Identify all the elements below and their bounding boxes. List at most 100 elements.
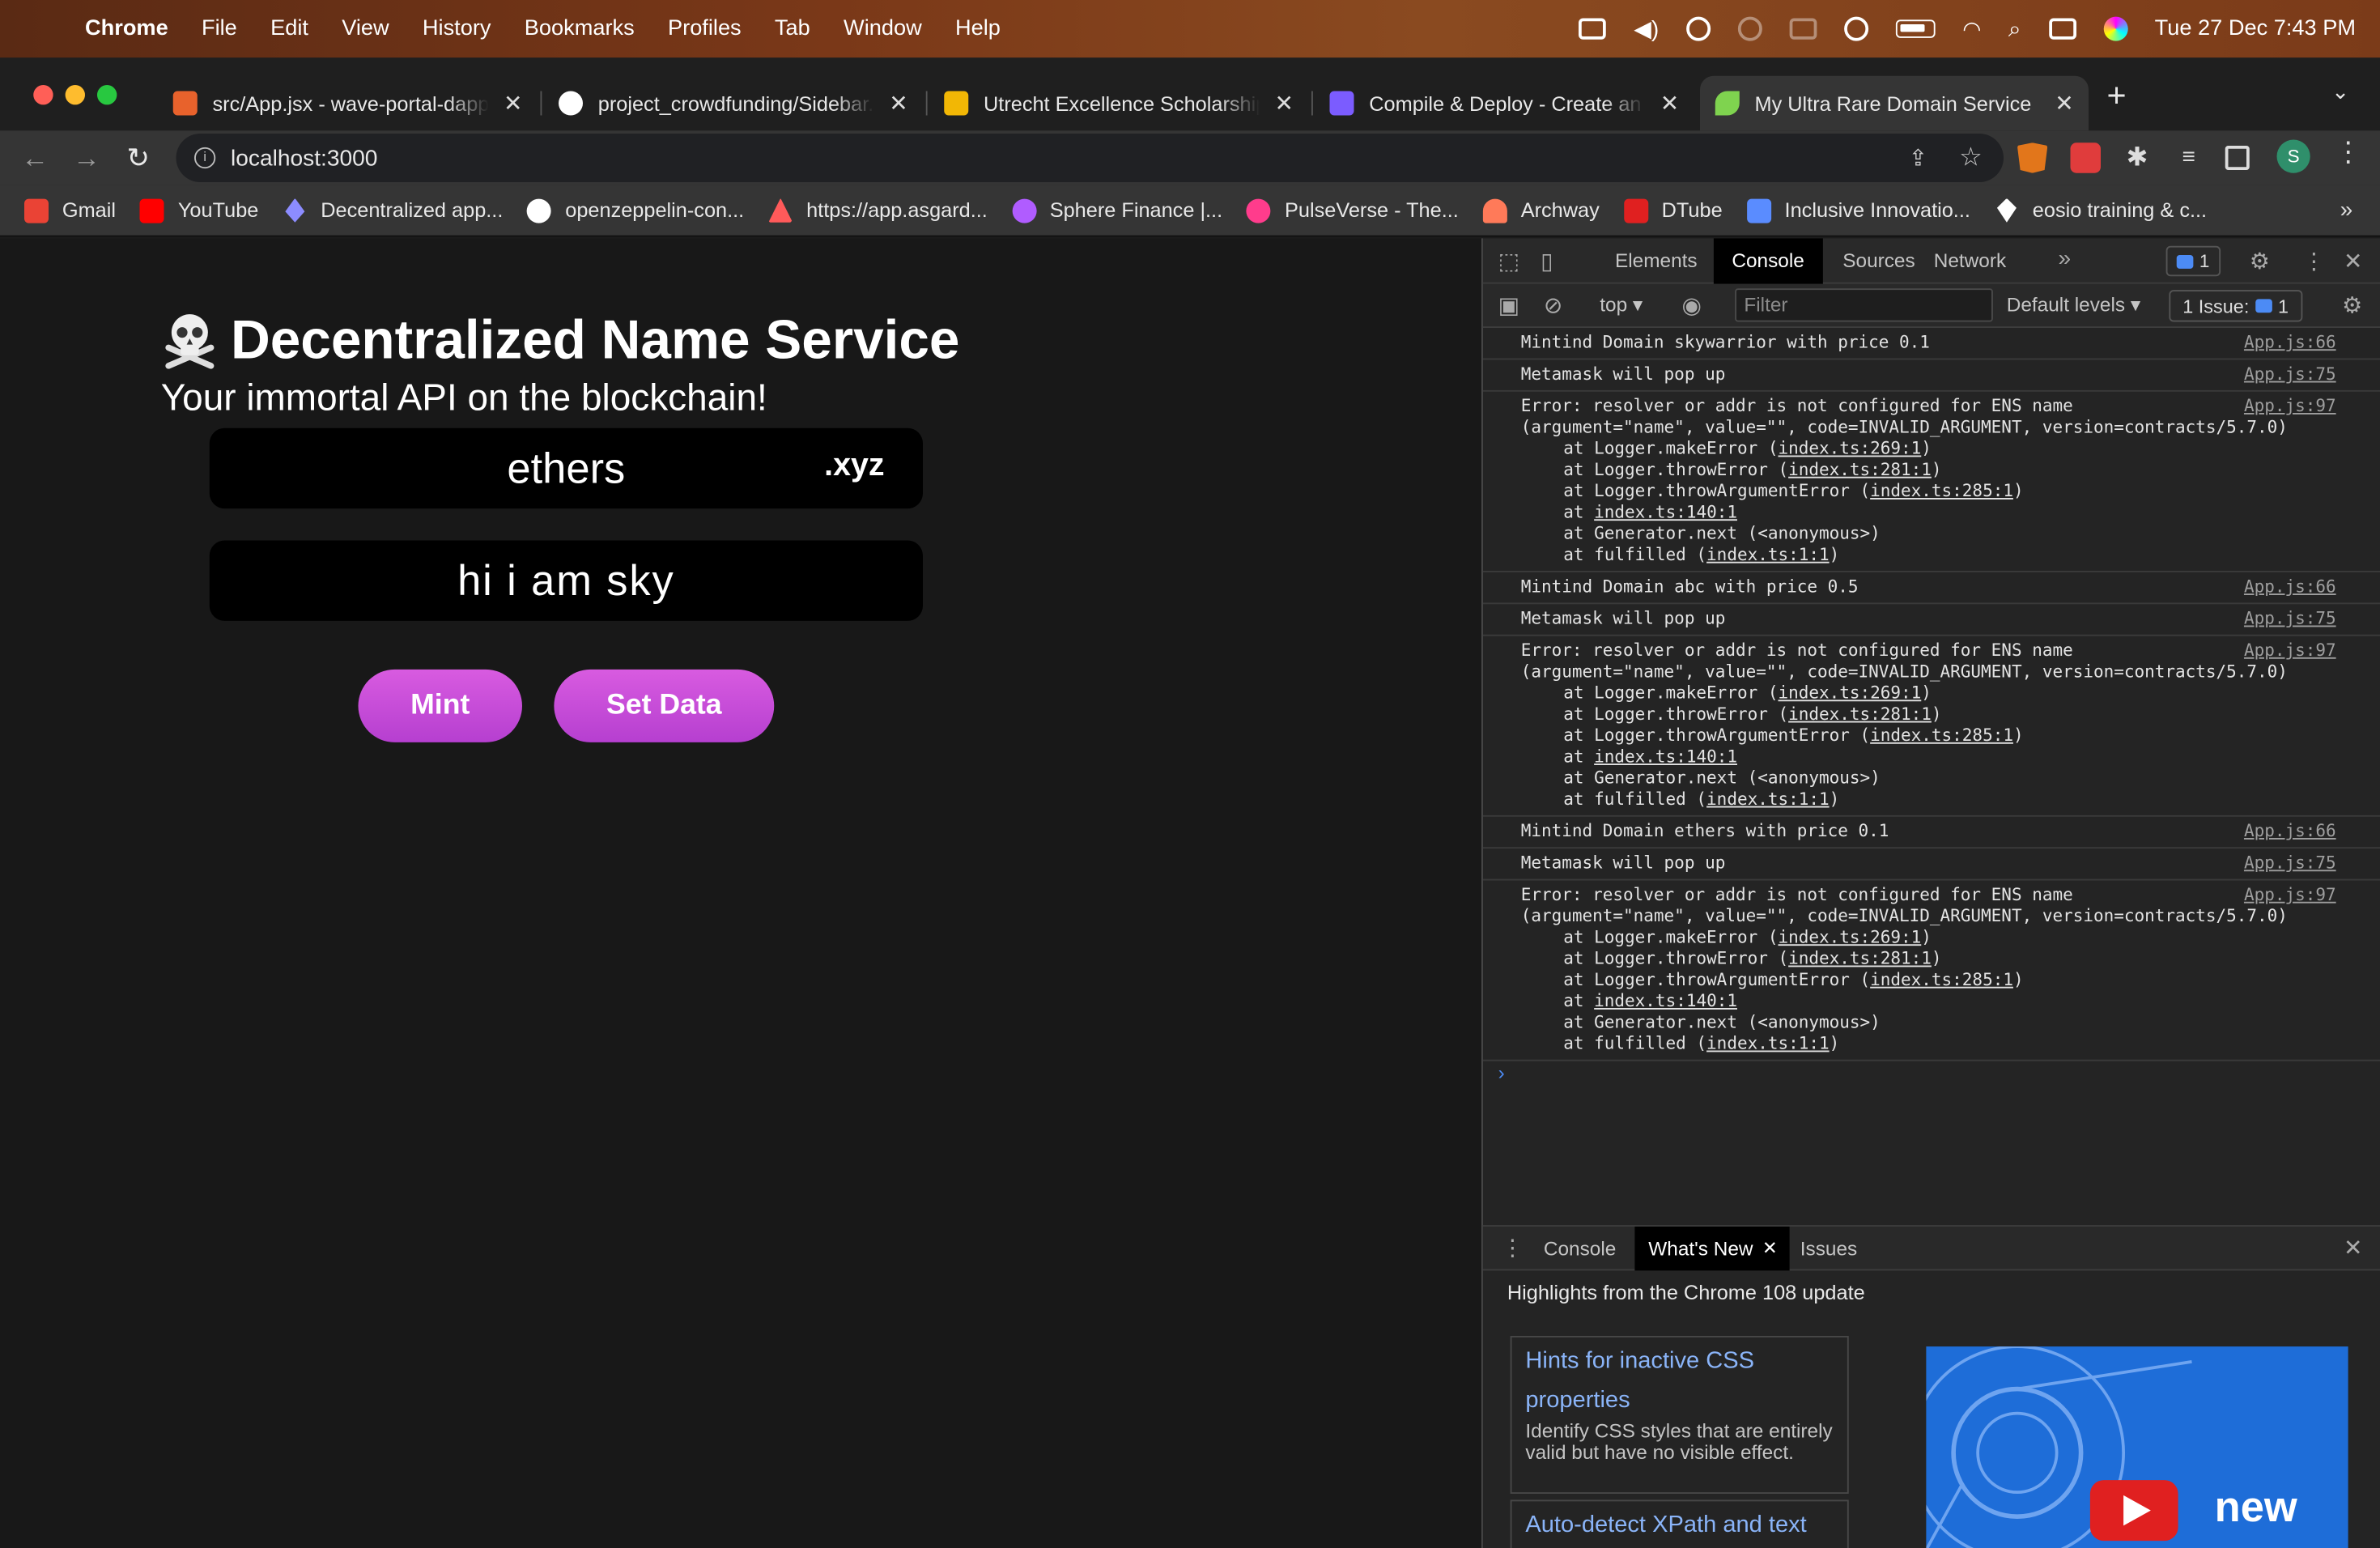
console-source-link[interactable]: App.js:66 [2244,577,2336,598]
devtools-menu-icon[interactable]: ⋮ [2302,248,2325,275]
side-panel-icon[interactable] [2225,146,2250,170]
more-tabs-icon[interactable]: » [2059,246,2072,272]
browser-tab[interactable]: src/App.jsx - wave-portal-dapp ✕ [158,76,538,131]
control-center-icon[interactable] [2048,18,2076,40]
card-title[interactable]: Hints for inactive CSS properties [1525,1342,1834,1422]
menu-help[interactable]: Help [938,17,1017,41]
drawer-tab-console[interactable]: Console [1530,1227,1630,1270]
reload-icon[interactable]: ↻ [113,142,164,173]
stack-frame-link[interactable]: index.ts:281:1 [1788,949,1932,968]
site-info-icon[interactable]: i [194,147,216,169]
whats-new-card[interactable]: Hints for inactive CSS properties Identi… [1510,1336,1849,1494]
console-source-link[interactable]: App.js:97 [2244,640,2336,661]
user-icon[interactable] [1843,16,1868,41]
menu-file[interactable]: File [185,17,253,41]
menubar-clock[interactable]: Tue 27 Dec 7:43 PM [2155,17,2356,41]
airplay-icon[interactable] [1737,16,1762,41]
close-window-button[interactable] [33,85,53,105]
chrome-menu-icon[interactable]: ⋮ [2335,137,2362,168]
console-source-link[interactable]: App.js:66 [2244,333,2336,354]
menu-view[interactable]: View [325,17,406,41]
console-source-link[interactable]: App.js:97 [2244,396,2336,417]
devtools-tab-elements[interactable]: Elements [1597,238,1716,283]
console-source-link[interactable]: App.js:66 [2244,821,2336,842]
metamask-extension-icon[interactable] [2017,142,2048,173]
context-selector[interactable]: top ▾ [1600,293,1643,317]
device-toolbar-icon[interactable]: ▯ [1541,248,1553,275]
stack-frame-link[interactable]: index.ts:281:1 [1788,460,1932,479]
close-whats-new-icon[interactable]: ✕ [1762,1237,1778,1258]
browser-tab-active[interactable]: My Ultra Rare Domain Service ✕ [1700,75,2089,131]
close-devtools-icon[interactable]: ✕ [2344,248,2363,275]
bookmark-item[interactable]: PulseVerse - The... [1247,198,1459,223]
wifi-icon[interactable]: ◠ [1962,16,1981,42]
forward-icon[interactable]: → [61,142,113,173]
new-tab-icon[interactable]: + [2107,76,2127,116]
inspect-element-icon[interactable]: ⬚ [1498,248,1520,275]
stack-frame-link[interactable]: index.ts:140:1 [1594,747,1737,767]
issues-button[interactable]: 1 Issue: 1 [2169,290,2302,322]
menu-bookmarks[interactable]: Bookmarks [508,17,651,41]
close-tab-icon[interactable]: ✕ [1269,90,1300,117]
play-icon[interactable] [1685,16,1711,41]
menu-app-name[interactable]: Chrome [85,17,185,41]
console-source-link[interactable]: App.js:97 [2244,885,2336,906]
settings-gear-icon[interactable]: ⚙ [2250,248,2270,275]
search-icon[interactable]: ⌕ [2008,16,2021,42]
zoom-window-button[interactable] [97,85,117,105]
menu-tab[interactable]: Tab [758,17,827,41]
address-bar[interactable]: i localhost:3000 ⇪ ☆ [176,134,2004,182]
log-levels-dropdown[interactable]: Default levels ▾ [2007,293,2140,317]
bookmark-item[interactable]: Inclusive Innovatio... [1746,198,1970,223]
stack-frame-link[interactable]: index.ts:1:1 [1706,1034,1830,1053]
bookmark-item[interactable]: Archway [1482,198,1600,223]
puzzle-extensions-icon[interactable]: ✱ [2122,142,2153,173]
message-count-badge[interactable]: 1 [2165,245,2221,277]
devtools-tab-network[interactable]: Network [1915,238,2024,283]
devtools-tab-console[interactable]: Console [1713,238,1823,284]
bookmark-item[interactable]: https://app.asgard... [768,198,988,223]
browser-tab[interactable]: project_crowdfunding/Sidebar. ✕ [543,76,923,131]
live-expression-eye-icon[interactable]: ◉ [1682,291,1702,319]
address-url[interactable]: localhost:3000 [231,145,377,171]
sidebar-toggle-icon[interactable]: ▣ [1498,291,1520,319]
whats-new-video-thumbnail[interactable]: new [1926,1346,2348,1548]
close-drawer-icon[interactable]: ✕ [2344,1234,2363,1261]
share-icon[interactable]: ⇪ [1909,144,1928,172]
bookmark-item[interactable]: eosio training & c... [1995,198,2207,223]
close-tab-icon[interactable]: ✕ [2049,90,2080,117]
siri-icon[interactable] [2102,16,2127,41]
extension-icon[interactable] [2070,142,2101,173]
bookmark-item[interactable]: Gmail [24,198,116,223]
console-prompt-icon[interactable]: › [1498,1061,1505,1084]
menu-window[interactable]: Window [827,17,938,41]
bookmark-item[interactable]: DTube [1623,198,1723,223]
stack-frame-link[interactable]: index.ts:140:1 [1594,991,1737,1010]
stack-frame-link[interactable]: index.ts:285:1 [1870,725,2013,745]
profile-avatar[interactable]: S [2276,139,2310,173]
menu-edit[interactable]: Edit [253,17,325,41]
stack-frame-link[interactable]: index.ts:269:1 [1778,683,1921,703]
domain-input[interactable]: ethers [209,427,923,509]
console-filter-input[interactable]: Filter [1735,288,1993,322]
console-source-link[interactable]: App.js:75 [2244,853,2336,874]
more-bookmarks-icon[interactable]: » [2340,198,2353,223]
minimize-window-button[interactable] [65,85,85,105]
stack-frame-link[interactable]: index.ts:285:1 [1870,481,2013,500]
bookmark-item[interactable]: Sphere Finance |... [1011,198,1222,223]
menu-profiles[interactable]: Profiles [651,17,758,41]
bookmark-item[interactable]: openzeppelin-con... [527,198,744,223]
drawer-tab-issues[interactable]: Issues [1787,1227,1871,1270]
media-controls-icon[interactable]: ≡ [2174,142,2204,173]
stack-frame-link[interactable]: index.ts:140:1 [1594,503,1737,522]
keyboard-icon[interactable] [1579,18,1607,40]
console-source-link[interactable]: App.js:75 [2244,609,2336,630]
menu-history[interactable]: History [406,17,508,41]
battery-icon[interactable] [1895,19,1936,38]
stack-frame-link[interactable]: index.ts:269:1 [1778,439,1921,458]
bookmark-star-icon[interactable]: ☆ [1959,142,1983,173]
record-input[interactable]: hi i am sky [209,540,923,621]
browser-tab[interactable]: Utrecht Excellence Scholarship ✕ [929,76,1309,131]
whats-new-card[interactable]: Auto-detect XPath and text [1510,1499,1849,1548]
console-settings-icon[interactable]: ⚙ [2342,291,2362,319]
